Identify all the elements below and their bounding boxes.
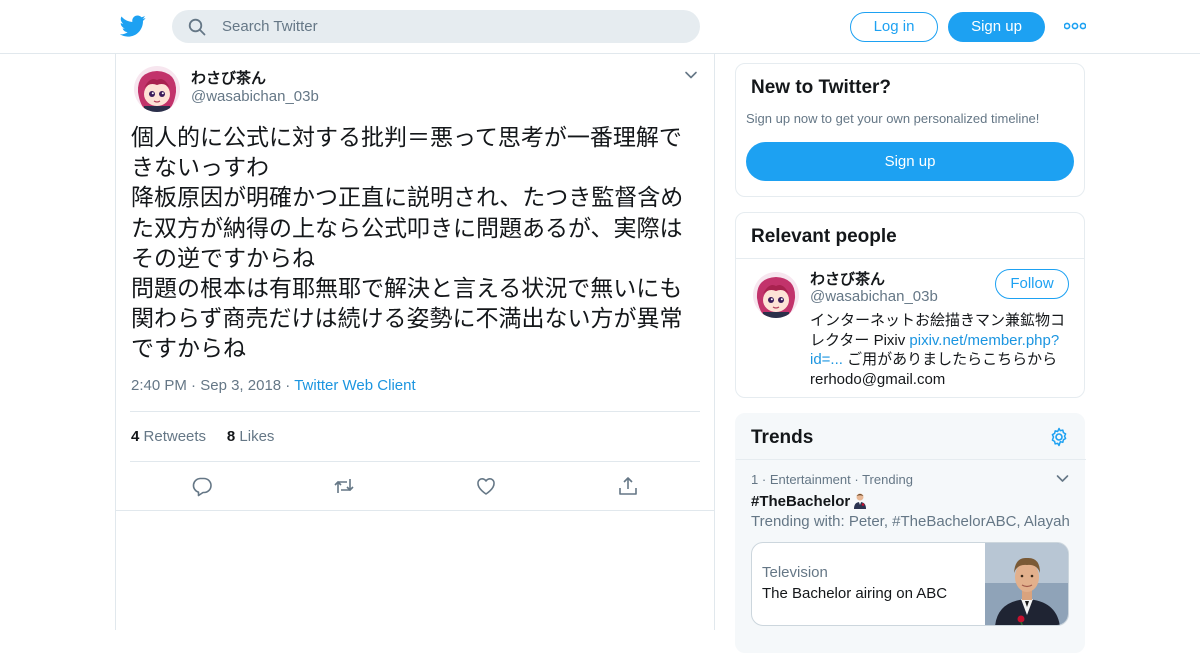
- trend-status: Trending: [862, 472, 913, 487]
- bio-link[interactable]: id=...: [810, 351, 843, 368]
- twitter-bird-icon[interactable]: [120, 13, 146, 39]
- new-to-twitter-card: New to Twitter? Sign up now to get your …: [735, 63, 1085, 197]
- retweet-icon[interactable]: [333, 475, 355, 497]
- tweet-author-name[interactable]: わさび茶ん: [191, 67, 266, 88]
- retweet-label: Retweets: [143, 428, 207, 445]
- card-title: Relevant people: [751, 226, 897, 247]
- tweet-text-line: ですからね: [131, 335, 246, 362]
- card-subtitle: Sign up now to get your own personalized…: [746, 111, 1040, 126]
- card-title: Trends: [751, 427, 814, 448]
- bio-text: レクター Pixiv: [810, 331, 910, 349]
- tweet-client-link[interactable]: Twitter Web Client: [294, 377, 415, 394]
- top-bar: Search Twitter Log in Sign up: [0, 0, 1200, 54]
- retweet-count: 4: [131, 428, 140, 445]
- meta-separator: ·: [761, 472, 770, 487]
- bio-line: id=... ご用がありましたらこちらから: [810, 350, 1072, 370]
- divider: [130, 461, 700, 462]
- trend-hashtag: #TheBachelor: [751, 493, 851, 510]
- tweet-time: 2:40 PM: [131, 377, 187, 394]
- tweet-text: 個人的に公式に対する批判＝悪って思考が一番理解で きないっすわ 降板原因が明確か…: [131, 122, 701, 364]
- trend-card-title: The Bachelor airing on ABC: [762, 585, 948, 602]
- tweet-date: Sep 3, 2018: [200, 377, 282, 394]
- like-heart-icon[interactable]: [475, 475, 497, 497]
- tweet-text-line: 個人的に公式に対する批判＝悪って思考が一番理解で: [131, 124, 682, 150]
- card-title: New to Twitter?: [751, 77, 892, 98]
- divider: [736, 459, 1086, 460]
- person-name[interactable]: わさび茶ん: [810, 268, 885, 289]
- search-input[interactable]: Search Twitter: [222, 18, 318, 35]
- avatar[interactable]: [753, 272, 799, 318]
- chevron-down-icon[interactable]: [684, 70, 698, 80]
- divider: [130, 411, 700, 412]
- relevant-people-card: Relevant people わさび茶ん @wasabichan_03b Fo…: [735, 212, 1085, 398]
- trend-card-category: Television: [762, 564, 828, 581]
- tweet-text-line: きないっすわ: [131, 154, 269, 181]
- tweet-text-line: 問題の根本は有耶無耶で解決と言える状況で無いにも: [131, 275, 683, 302]
- reply-icon[interactable]: [191, 475, 213, 497]
- bio-text: ご用がありましたらこちらから: [842, 351, 1058, 368]
- bio-line: インターネットお絵描きマン兼鉱物コ: [810, 312, 1066, 329]
- like-stat[interactable]: 8 Likes: [227, 428, 275, 445]
- search-icon: [188, 18, 206, 36]
- share-icon[interactable]: [617, 475, 639, 497]
- trend-meta: 1 · Entertainment · Trending: [751, 472, 913, 487]
- tweet-author-handle[interactable]: @wasabichan_03b: [191, 88, 319, 105]
- signup-button[interactable]: Sign up: [948, 12, 1045, 42]
- retweet-stat[interactable]: 4 Retweets: [131, 428, 206, 445]
- trend-item[interactable]: #TheBachelor: [751, 492, 868, 510]
- like-count: 8: [226, 428, 236, 445]
- trend-rank: 1: [751, 472, 759, 487]
- trend-preview-card[interactable]: Television The Bachelor airing on ABC: [751, 542, 1069, 626]
- tweet-metadata: 2:40 PM · Sep 3, 2018 · Twitter Web Clie…: [131, 377, 416, 394]
- trending-with: Trending with: Peter, #TheBachelorABC, A…: [751, 513, 1070, 530]
- avatar[interactable]: [134, 66, 180, 112]
- like-label: Likes: [239, 428, 275, 445]
- more-options-icon[interactable]: [1064, 20, 1086, 32]
- sidebar-signup-button[interactable]: Sign up: [746, 142, 1074, 181]
- bio-line: rerhodo@gmail.com: [810, 370, 946, 388]
- follow-button[interactable]: Follow: [995, 269, 1069, 299]
- chevron-down-icon[interactable]: [1056, 474, 1069, 483]
- search-box[interactable]: Search Twitter: [172, 10, 700, 43]
- bio-line: レクター Pixiv pixiv.net/member.php?: [810, 331, 1072, 351]
- meta-separator: ·: [285, 377, 295, 394]
- tweet-text-line: 降板原因が明確かつ正直に説明され、たつき監督含め: [131, 184, 684, 211]
- divider: [116, 510, 714, 511]
- meta-separator: ·: [854, 472, 863, 487]
- tweet-text-line: た双方が納得の上なら公式叩きに問題あるが、実際は: [131, 214, 683, 241]
- tweet-detail: わさび茶ん @wasabichan_03b 個人的に公式に対する批判＝悪って思考…: [115, 54, 715, 630]
- tweet-stats: 4 Retweets 8 Likes: [131, 428, 274, 445]
- trend-category: Entertainment: [769, 472, 851, 487]
- person-bio: インターネットお絵描きマン兼鉱物コ レクター Pixiv pixiv.net/m…: [810, 311, 1072, 389]
- bachelor-rose-emoji-icon: [852, 492, 868, 509]
- bio-link[interactable]: pixiv.net/member.php?: [909, 332, 1059, 349]
- meta-separator: ·: [191, 377, 201, 394]
- person-handle[interactable]: @wasabichan_03b: [810, 288, 938, 305]
- tweet-text-line: その逆ですからね: [131, 244, 315, 271]
- login-button[interactable]: Log in: [850, 12, 938, 42]
- gear-icon[interactable]: [1049, 427, 1069, 447]
- trend-card-image: [985, 543, 1068, 625]
- divider: [736, 258, 1084, 259]
- trends-card: Trends 1 · Entertainment · Trending #The…: [735, 413, 1086, 653]
- tweet-text-line: 関わらず商売だけは続ける姿勢に不満出ない方が異常: [131, 305, 683, 332]
